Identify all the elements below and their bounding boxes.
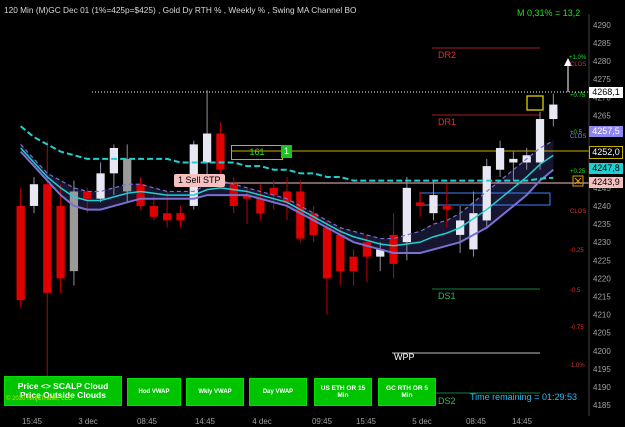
y-tick-label: 4235 — [593, 220, 611, 229]
candle-body — [136, 184, 145, 206]
candle-body — [535, 119, 545, 163]
x-tick-label: 14:45 — [195, 417, 216, 426]
dr1-label: DR1 — [438, 117, 457, 127]
clos-label-upper: CLOS — [570, 62, 587, 68]
x-tick-label: 4 dec — [252, 417, 272, 426]
gc-rth-button[interactable]: GC RTH OR 5 Min — [378, 378, 436, 406]
x-tick-label: 15:45 — [356, 417, 377, 426]
us-eth-button[interactable]: US ETH OR 15 Min — [314, 378, 372, 406]
pct-label-m025: -0.25 — [570, 248, 584, 254]
candle-body — [429, 195, 438, 214]
ds2-label: DS2 — [438, 396, 456, 406]
candle-body — [83, 191, 92, 199]
pct-label-p100: +1.0% — [569, 55, 587, 61]
price-label-ma-upper: 4257,5 — [589, 126, 623, 137]
candle-body — [163, 213, 172, 221]
price-label-order: 4252,0 — [589, 146, 623, 159]
ds1-label: DS1 — [438, 291, 456, 301]
candle-body — [43, 184, 52, 293]
x-tick-label: 15:45 — [22, 417, 43, 426]
candle-body — [29, 184, 39, 206]
x-tick-label: 08:45 — [137, 417, 158, 426]
candle-body — [176, 213, 185, 221]
candle-body — [109, 148, 119, 174]
candle-body — [389, 234, 398, 264]
y-tick-label: 4240 — [593, 202, 611, 211]
time-remaining: Time remaining = 01:29:53 — [470, 392, 577, 402]
candle-body — [549, 104, 558, 120]
y-tick-label: 4280 — [593, 57, 611, 66]
price-label-last: 4268,1 — [589, 87, 623, 98]
price-label-sell-stop: 4243,9 — [589, 177, 623, 188]
y-tick-label: 4230 — [593, 238, 611, 247]
y-tick-label: 4185 — [593, 401, 611, 410]
candle-body — [416, 202, 425, 206]
x-tick-label: 09:45 — [312, 417, 333, 426]
candle-body — [96, 173, 105, 199]
wpp-label: WPP — [394, 352, 415, 362]
pct-label-p075: +0.75 — [570, 93, 586, 99]
y-tick-label: 4195 — [593, 365, 611, 374]
y-tick-label: 4290 — [593, 21, 611, 30]
candle-body — [442, 205, 451, 210]
momentum-readout: M 0,31% = 13,2 — [517, 8, 581, 18]
y-tick-label: 4190 — [593, 383, 611, 392]
y-tick-label: 4205 — [593, 329, 611, 338]
candle-body — [123, 158, 132, 192]
candle-body — [495, 148, 505, 170]
x-tick-label: 08:45 — [466, 417, 487, 426]
y-tick-label: 4210 — [593, 311, 611, 320]
x-tick-label: 14:45 — [512, 417, 533, 426]
candle-body — [56, 205, 65, 279]
y-tick-label: 4265 — [593, 111, 611, 120]
candle-body — [282, 191, 292, 203]
hod-vwap-button[interactable]: Hod VWAP — [127, 378, 181, 406]
pct-label-m100: -1.0% — [569, 363, 585, 369]
wkly-vwap-button[interactable]: Wkly VWAP — [186, 378, 244, 406]
sell-stop-order[interactable]: 1 Sell STP — [174, 174, 225, 187]
candle-body — [202, 133, 212, 163]
day-vwap-button[interactable]: Day VWAP — [249, 378, 307, 406]
candle-body — [216, 133, 225, 170]
y-tick-label: 4220 — [593, 274, 611, 283]
order-count-box[interactable]: 1 — [281, 145, 292, 158]
y-tick-label: 4225 — [593, 256, 611, 265]
pct-label-m050: -0.5 — [570, 288, 581, 294]
clos-label-lower: CLOS — [570, 209, 587, 215]
y-tick-label: 4285 — [593, 39, 611, 48]
pct-label-p050: +0.5 — [570, 130, 582, 136]
price-label-ma-mid: 4247,8 — [589, 163, 623, 174]
candle-body — [322, 227, 332, 279]
y-tick-label: 4200 — [593, 347, 611, 356]
candle-body — [336, 234, 345, 272]
y-tick-label: 4215 — [593, 292, 611, 301]
candle-body — [256, 198, 265, 214]
chart-title: 120 Min (M)GC Dec 01 (1%=425p=$425) , Go… — [4, 5, 357, 15]
pct-label-p025: +0.25 — [570, 169, 586, 175]
candle-body — [16, 205, 25, 301]
y-tick-label: 4275 — [593, 75, 611, 84]
x-tick-label: 3 dec — [78, 417, 98, 426]
copyright: © 2020 NinjaTrader, LLC — [6, 396, 73, 402]
candle-body — [149, 205, 158, 217]
pct-label-m075: -0.75 — [570, 325, 584, 331]
candle-body — [509, 158, 518, 163]
order-quantity-box[interactable]: 161 — [231, 145, 283, 160]
candle-body — [349, 256, 358, 272]
dr2-label: DR2 — [438, 50, 457, 60]
x-tick-label: 5 dec — [412, 417, 432, 426]
price-chart[interactable]: 4290428542804275427042654260425542504245… — [0, 0, 625, 427]
